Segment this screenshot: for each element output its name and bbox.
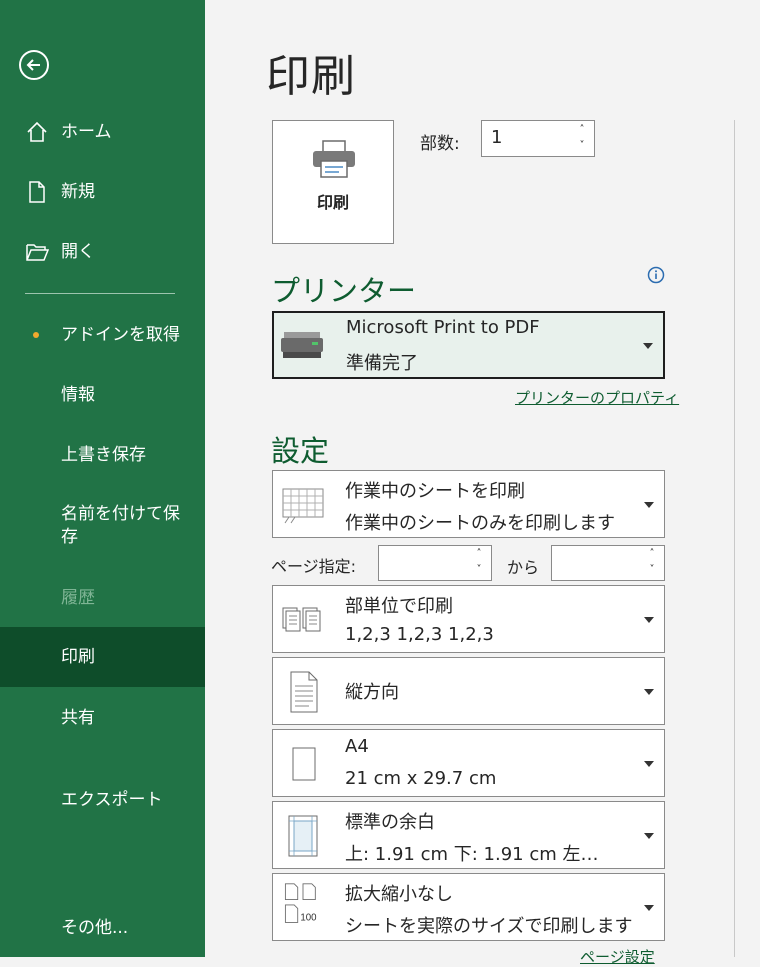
pages-to-input[interactable]: ˄ ˅ [551,545,665,581]
spin-up-icon[interactable]: ˄ [576,125,588,135]
printer-properties-link[interactable]: プリンターのプロパティ [515,387,679,408]
printer-name: Microsoft Print to PDF [346,317,540,338]
setting-line2: シートを実際のサイズで印刷します [345,916,633,937]
sidebar-item-more[interactable]: その他... [0,916,205,940]
dropdown-arrow-icon [644,761,654,767]
sidebar-item-label: 共有 [61,707,95,728]
spin-down-icon[interactable]: ˅ [473,565,485,575]
sidebar-item-share[interactable]: 共有 [0,706,205,730]
sidebar-item-label: エクスポート [61,789,163,810]
new-document-icon [25,180,49,204]
printer-heading: プリンター [271,274,417,308]
setting-line2: 21 cm x 29.7 cm [345,768,497,789]
portrait-page-icon [290,671,318,713]
copies-label: 部数: [420,134,460,154]
pages-from-input[interactable]: ˄ ˅ [378,545,492,581]
sidebar-item-new[interactable]: 新規 [0,180,205,204]
sheet-grid-icon [282,488,324,524]
printer-status: 準備完了 [346,353,418,374]
notification-dot-icon [33,332,39,338]
print-button-label: 印刷 [316,193,349,212]
scaling-dropdown[interactable]: 100 拡大縮小なし シートを実際のサイズで印刷します [272,873,665,941]
sidebar-item-export[interactable]: エクスポート [0,788,205,812]
setting-line2: 上: 1.91 cm 下: 1.91 cm 左… [345,844,599,865]
setting-line1: 拡大縮小なし [345,884,453,905]
paper-size-dropdown[interactable]: A4 21 cm x 29.7 cm [272,729,665,797]
sidebar-item-info[interactable]: 情報 [0,383,205,407]
dropdown-arrow-icon [643,343,653,349]
printer-icon [313,140,355,178]
dropdown-arrow-icon [644,689,654,695]
dropdown-arrow-icon [644,833,654,839]
dropdown-arrow-icon [644,617,654,623]
home-icon [25,120,49,144]
sidebar-item-label: 情報 [61,384,95,405]
sidebar-item-label: 新規 [61,181,95,202]
copies-value: 1 [491,127,503,148]
sidebar-item-label: ホーム [61,121,112,142]
sidebar-item-home[interactable]: ホーム [0,120,205,144]
spin-up-icon[interactable]: ˄ [646,549,658,559]
sidebar-item-label: アドインを取得 [61,324,180,345]
sidebar-item-label: 名前を付けて保存 [61,504,180,547]
setting-line1: 標準の余白 [345,812,435,833]
sidebar-divider [25,293,175,294]
spin-up-icon[interactable]: ˄ [473,549,485,559]
sidebar-item-history: 履歴 [0,586,205,610]
sidebar-item-open[interactable]: 開く [0,240,205,264]
sidebar-item-print[interactable]: 印刷 [0,627,205,687]
sidebar-item-label: 印刷 [61,647,95,667]
setting-line1: 作業中のシートを印刷 [345,481,525,502]
spin-down-icon[interactable]: ˅ [646,565,658,575]
backstage-sidebar: ホーム 新規 開く アドインを取得 情報 上書き保存 名前を付けて保存 履歴 印… [0,0,205,957]
sidebar-item-get-addins[interactable]: アドインを取得 [0,323,205,347]
sidebar-item-save[interactable]: 上書き保存 [0,443,205,467]
sidebar-item-label: その他... [61,917,129,938]
printer-dropdown[interactable]: Microsoft Print to PDF 準備完了 [272,311,665,379]
setting-line1: 縦方向 [345,682,399,703]
print-what-dropdown[interactable]: 作業中のシートを印刷 作業中のシートのみを印刷します [272,470,665,538]
pages-label: ページ指定: [271,557,357,576]
dropdown-arrow-icon [644,502,654,508]
scroll-separator [734,120,735,957]
info-icon[interactable] [647,266,665,284]
setting-line2: 作業中のシートのみを印刷します [345,513,615,534]
scaling-icon-text: 100 [300,913,316,924]
paper-icon [292,747,316,781]
sidebar-item-save-as[interactable]: 名前を付けて保存 [0,503,205,551]
spin-down-icon[interactable]: ˅ [576,141,588,151]
collation-dropdown[interactable]: 部単位で印刷 1,2,3 1,2,3 1,2,3 [272,585,665,653]
back-arrow-icon [26,59,40,71]
back-button[interactable] [19,50,49,80]
printer-device-icon [281,332,323,358]
setting-line1: A4 [345,736,369,757]
dropdown-arrow-icon [644,905,654,911]
sidebar-item-label: 履歴 [61,587,95,608]
page-title: 印刷 [266,51,356,102]
margins-icon [288,815,318,857]
open-folder-icon [25,240,49,264]
setting-line1: 部単位で印刷 [345,596,453,617]
copies-input[interactable]: 1 ˄ ˅ [481,120,595,157]
collated-pages-icon [282,607,321,632]
scaling-icon: 100 [284,883,317,924]
setting-line2: 1,2,3 1,2,3 1,2,3 [345,624,494,645]
orientation-dropdown[interactable]: 縦方向 [272,657,665,725]
sidebar-item-label: 開く [61,241,95,262]
settings-heading: 設定 [271,434,330,468]
sidebar-item-label: 上書き保存 [61,444,146,465]
print-button[interactable]: 印刷 [272,120,394,244]
pages-to-label: から [507,558,540,577]
margins-dropdown[interactable]: 標準の余白 上: 1.91 cm 下: 1.91 cm 左… [272,801,665,869]
